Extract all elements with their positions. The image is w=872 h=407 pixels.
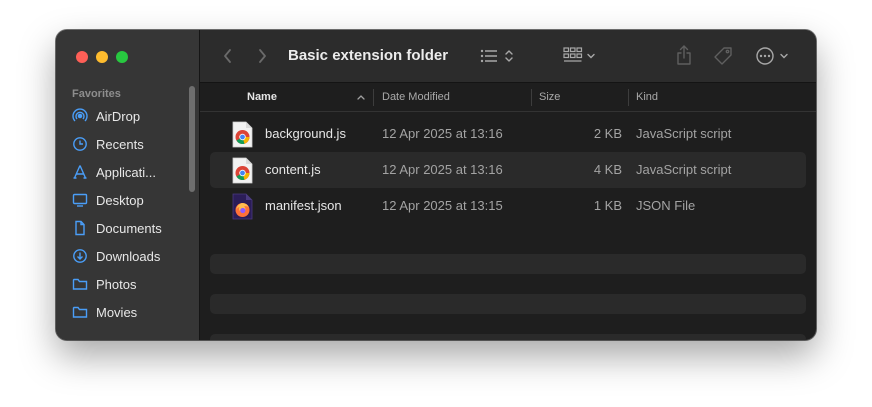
file-row-content-js[interactable]: content.js 12 Apr 2025 at 13:16 4 KB Jav… (210, 152, 806, 188)
sidebar-item-photos[interactable]: Photos (72, 272, 188, 296)
file-kind: JavaScript script (636, 162, 732, 177)
file-size: 1 KB (593, 198, 622, 213)
sidebar-item-label: Photos (96, 276, 137, 292)
chrome-file-icon (232, 121, 253, 148)
file-size: 4 KB (593, 162, 622, 177)
forward-chevron-icon[interactable] (256, 48, 268, 64)
file-row-background-js[interactable]: background.js 12 Apr 2025 at 13:16 2 KB … (210, 116, 806, 152)
document-icon (75, 220, 85, 236)
clock-icon (73, 137, 87, 151)
finder-window: Favorites AirDrop Recents Applicati... D… (56, 30, 816, 340)
file-name: background.js (265, 126, 346, 141)
file-row-manifest-json[interactable]: manifest.json 12 Apr 2025 at 13:15 1 KB … (210, 188, 806, 224)
sidebar-item-label: AirDrop (96, 108, 141, 124)
tag-icon[interactable] (713, 46, 733, 66)
sidebar-item-applications[interactable]: Applicati... (72, 160, 188, 184)
back-chevron-icon[interactable] (222, 48, 234, 64)
empty-row-stripe (210, 334, 806, 340)
column-header: Name Date Modified Size Kind (200, 83, 816, 112)
list-view-icon[interactable] (480, 48, 498, 64)
sidebar-item-documents[interactable]: Documents (72, 216, 188, 240)
column-kind-header[interactable]: Kind (636, 91, 658, 103)
empty-row-stripe (210, 294, 806, 314)
file-size: 2 KB (593, 126, 622, 141)
sidebar-item-downloads[interactable]: Downloads (72, 244, 188, 268)
applications-icon (73, 165, 87, 179)
folder-icon (72, 278, 88, 290)
file-date-modified: 12 Apr 2025 at 13:16 (382, 126, 503, 141)
sort-arrows-icon[interactable] (504, 47, 514, 65)
column-divider[interactable] (628, 89, 629, 106)
maximize-window-button[interactable] (116, 51, 128, 63)
column-size-header[interactable]: Size (539, 91, 560, 103)
close-window-button[interactable] (76, 51, 88, 63)
folder-icon (72, 306, 88, 318)
sidebar-item-movies[interactable]: Movies (72, 300, 188, 324)
column-divider[interactable] (531, 89, 532, 106)
file-name: content.js (265, 162, 321, 177)
column-divider[interactable] (373, 89, 374, 106)
chevron-down-icon[interactable] (779, 51, 789, 61)
sidebar-item-airdrop[interactable]: AirDrop (72, 104, 188, 128)
sidebar: Favorites AirDrop Recents Applicati... D… (56, 30, 200, 340)
chrome-file-icon (232, 157, 253, 184)
column-date-header[interactable]: Date Modified (382, 91, 450, 103)
sidebar-item-recents[interactable]: Recents (72, 132, 188, 156)
desktop-icon (72, 193, 88, 207)
file-date-modified: 12 Apr 2025 at 13:16 (382, 162, 503, 177)
window-title: Basic extension folder (288, 47, 449, 64)
sort-ascending-chevron-icon[interactable] (356, 93, 366, 101)
column-name-header[interactable]: Name (247, 91, 277, 103)
sidebar-section-favorites: Favorites (72, 88, 121, 100)
sidebar-item-label: Documents (96, 220, 162, 236)
more-icon[interactable] (755, 46, 775, 66)
file-date-modified: 12 Apr 2025 at 13:15 (382, 198, 503, 213)
toolbar: Basic extension folder (200, 30, 816, 83)
sidebar-scrollbar[interactable] (189, 86, 195, 192)
file-kind: JSON File (636, 198, 696, 213)
sidebar-item-desktop[interactable]: Desktop (72, 188, 188, 212)
sidebar-item-label: Recents (96, 136, 144, 152)
sidebar-item-label: Applicati... (96, 164, 156, 180)
airdrop-icon (72, 108, 88, 122)
firefox-file-icon (232, 193, 253, 220)
sidebar-item-label: Movies (96, 304, 138, 320)
file-kind: JavaScript script (636, 126, 732, 141)
minimize-window-button[interactable] (96, 51, 108, 63)
file-name: manifest.json (265, 198, 342, 213)
grid-view-icon[interactable] (563, 47, 583, 65)
empty-row-stripe (210, 254, 806, 274)
share-icon[interactable] (676, 44, 692, 66)
sidebar-item-label: Desktop (96, 192, 144, 208)
sidebar-item-label: Downloads (96, 248, 161, 264)
chevron-down-icon[interactable] (586, 51, 596, 61)
download-icon (73, 249, 87, 263)
